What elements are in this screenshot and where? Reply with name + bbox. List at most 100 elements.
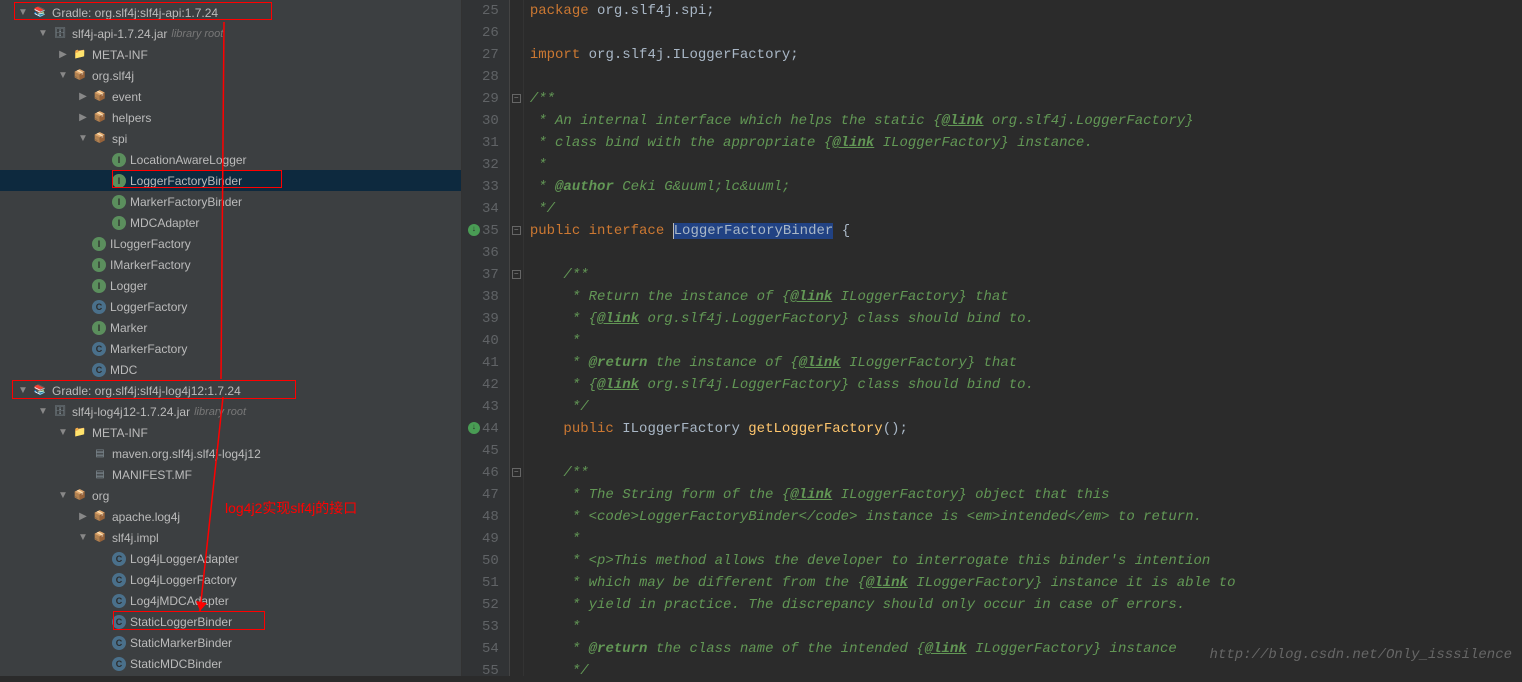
gutter-mark-icon[interactable]: ↓ bbox=[468, 224, 480, 236]
tree-item[interactable]: ▼📦org.slf4j bbox=[0, 65, 461, 86]
fold-toggle-icon[interactable]: − bbox=[512, 270, 521, 279]
chevron-down-icon[interactable]: ▼ bbox=[38, 28, 48, 39]
code-line[interactable]: * bbox=[530, 616, 1522, 638]
tree-item[interactable]: ▶📦helpers bbox=[0, 107, 461, 128]
code-line[interactable]: * @return the class name of the intended… bbox=[530, 638, 1522, 660]
chevron-down-icon[interactable]: ▼ bbox=[38, 406, 48, 417]
code-line[interactable] bbox=[530, 440, 1522, 462]
cls-icon: C bbox=[92, 342, 106, 356]
tree-item[interactable]: ▶CStaticMarkerBinder bbox=[0, 632, 461, 653]
tree-item[interactable]: ▶CLog4jLoggerAdapter bbox=[0, 548, 461, 569]
code-line[interactable]: public ILoggerFactory getLoggerFactory()… bbox=[530, 418, 1522, 440]
chevron-right-icon[interactable]: ▶ bbox=[78, 511, 88, 522]
tree-item[interactable]: ▶CLog4jLoggerFactory bbox=[0, 569, 461, 590]
tree-item[interactable]: ▶CStaticLoggerBinder bbox=[0, 611, 461, 632]
code-line[interactable]: * yield in practice. The discrepancy sho… bbox=[530, 594, 1522, 616]
chevron-right-icon[interactable]: ▶ bbox=[78, 91, 88, 102]
line-number: 40 bbox=[482, 330, 499, 352]
code-line[interactable]: * <p>This method allows the developer to… bbox=[530, 550, 1522, 572]
tree-item-label: Log4jLoggerAdapter bbox=[130, 552, 239, 566]
gutter-mark-icon[interactable]: ↓ bbox=[468, 422, 480, 434]
code-line[interactable]: * bbox=[530, 528, 1522, 550]
chevron-right-icon[interactable]: ▶ bbox=[58, 49, 68, 60]
iface-icon: I bbox=[92, 321, 106, 335]
code-line[interactable] bbox=[530, 66, 1522, 88]
tree-item[interactable]: ▶CStaticMDCBinder bbox=[0, 653, 461, 674]
fold-toggle-icon[interactable]: − bbox=[512, 468, 521, 477]
chevron-down-icon[interactable]: ▼ bbox=[18, 7, 28, 18]
tree-item[interactable]: ▶IIMarkerFactory bbox=[0, 254, 461, 275]
code-line[interactable]: */ bbox=[530, 660, 1522, 676]
chevron-down-icon[interactable]: ▼ bbox=[58, 427, 68, 438]
suffix-label: library root bbox=[194, 406, 246, 418]
code-line[interactable]: * {@link org.slf4j.LoggerFactory} class … bbox=[530, 374, 1522, 396]
line-number: 26 bbox=[482, 22, 499, 44]
code-line[interactable]: * Return the instance of {@link ILoggerF… bbox=[530, 286, 1522, 308]
tree-item[interactable]: ▶CMDC bbox=[0, 359, 461, 380]
code-line[interactable]: * bbox=[530, 154, 1522, 176]
code-line[interactable]: * @author Ceki G&uuml;lc&uuml; bbox=[530, 176, 1522, 198]
tree-item[interactable]: ▼📦org bbox=[0, 485, 461, 506]
code-line[interactable]: import org.slf4j.ILoggerFactory; bbox=[530, 44, 1522, 66]
tree-item[interactable]: ▶CLog4jMDCAdapter bbox=[0, 590, 461, 611]
code-line[interactable]: /** bbox=[530, 264, 1522, 286]
code-line[interactable]: * <code>LoggerFactoryBinder</code> insta… bbox=[530, 506, 1522, 528]
tree-item[interactable]: ▶IMDCAdapter bbox=[0, 212, 461, 233]
fold-toggle-icon[interactable]: − bbox=[512, 226, 521, 235]
tree-item[interactable]: ▶▤maven.org.slf4j.slf4j-log4j12 bbox=[0, 443, 461, 464]
tree-item-label: Log4jLoggerFactory bbox=[130, 573, 237, 587]
tree-item[interactable]: ▶📦apache.log4j bbox=[0, 506, 461, 527]
tree-item[interactable]: ▼📚Gradle: org.slf4j:slf4j-api:1.7.24 bbox=[0, 2, 461, 23]
code-line[interactable]: public interface LoggerFactoryBinder { bbox=[530, 220, 1522, 242]
code-line[interactable]: /** bbox=[530, 88, 1522, 110]
chevron-down-icon[interactable]: ▼ bbox=[58, 490, 68, 501]
fold-toggle-icon[interactable]: − bbox=[512, 94, 521, 103]
tree-item[interactable]: ▶ILoggerFactoryBinder bbox=[0, 170, 461, 191]
code-line[interactable]: * @return the instance of {@link ILogger… bbox=[530, 352, 1522, 374]
chevron-right-icon[interactable]: ▶ bbox=[78, 112, 88, 123]
chevron-down-icon[interactable]: ▼ bbox=[78, 532, 88, 543]
chevron-down-icon[interactable]: ▼ bbox=[78, 133, 88, 144]
tree-item-label: META-INF bbox=[92, 426, 148, 440]
tree-item[interactable]: ▶IMarker bbox=[0, 317, 461, 338]
line-number: 49 bbox=[482, 528, 499, 550]
fold-column[interactable]: − − − − bbox=[510, 0, 524, 676]
code-line[interactable]: */ bbox=[530, 396, 1522, 418]
project-tree-panel[interactable]: log4j2实现slf4j的接口 ▼📚Gradle: org.slf4j:slf… bbox=[0, 0, 462, 676]
tree-item-label: slf4j-log4j12-1.7.24.jar bbox=[72, 405, 190, 419]
code-line[interactable]: * {@link org.slf4j.LoggerFactory} class … bbox=[530, 308, 1522, 330]
code-line[interactable]: * bbox=[530, 330, 1522, 352]
chevron-down-icon[interactable]: ▼ bbox=[58, 70, 68, 81]
tree-item[interactable]: ▶IILoggerFactory bbox=[0, 233, 461, 254]
tree-item[interactable]: ▶CMarkerFactory bbox=[0, 338, 461, 359]
code-line[interactable]: * class bind with the appropriate {@link… bbox=[530, 132, 1522, 154]
tree-item[interactable]: ▶📁META-INF bbox=[0, 44, 461, 65]
tree-item[interactable]: ▼📦spi bbox=[0, 128, 461, 149]
tree-item[interactable]: ▶📦event bbox=[0, 86, 461, 107]
tree-item[interactable]: ▼🗄slf4j-log4j12-1.7.24.jarlibrary root bbox=[0, 401, 461, 422]
tree-item[interactable]: ▼🗄slf4j-api-1.7.24.jarlibrary root bbox=[0, 23, 461, 44]
code-line[interactable] bbox=[530, 22, 1522, 44]
tree-item[interactable]: ▼📚Gradle: org.slf4j:slf4j-log4j12:1.7.24 bbox=[0, 380, 461, 401]
line-number: 52 bbox=[482, 594, 499, 616]
tree-item-label: StaticMDCBinder bbox=[130, 657, 222, 671]
tree-item[interactable]: ▶ILogger bbox=[0, 275, 461, 296]
code-line[interactable]: */ bbox=[530, 198, 1522, 220]
tree-item[interactable]: ▼📦slf4j.impl bbox=[0, 527, 461, 548]
code-line[interactable]: * An internal interface which helps the … bbox=[530, 110, 1522, 132]
iface-icon: I bbox=[92, 279, 106, 293]
tree-item[interactable]: ▼📁META-INF bbox=[0, 422, 461, 443]
code-area[interactable]: package org.slf4j.spi; import org.slf4j.… bbox=[524, 0, 1522, 676]
code-line[interactable]: * which may be different from the {@link… bbox=[530, 572, 1522, 594]
tree-item[interactable]: ▶ILocationAwareLogger bbox=[0, 149, 461, 170]
code-line[interactable]: package org.slf4j.spi; bbox=[530, 0, 1522, 22]
code-editor[interactable]: 2526272829303132333435↓36373839404142434… bbox=[462, 0, 1522, 676]
chevron-down-icon[interactable]: ▼ bbox=[18, 385, 28, 396]
code-line[interactable]: /** bbox=[530, 462, 1522, 484]
tree-item-label: org bbox=[92, 489, 109, 503]
tree-item[interactable]: ▶▤MANIFEST.MF bbox=[0, 464, 461, 485]
tree-item[interactable]: ▶IMarkerFactoryBinder bbox=[0, 191, 461, 212]
tree-item[interactable]: ▶CLoggerFactory bbox=[0, 296, 461, 317]
code-line[interactable] bbox=[530, 242, 1522, 264]
code-line[interactable]: * The String form of the {@link ILoggerF… bbox=[530, 484, 1522, 506]
